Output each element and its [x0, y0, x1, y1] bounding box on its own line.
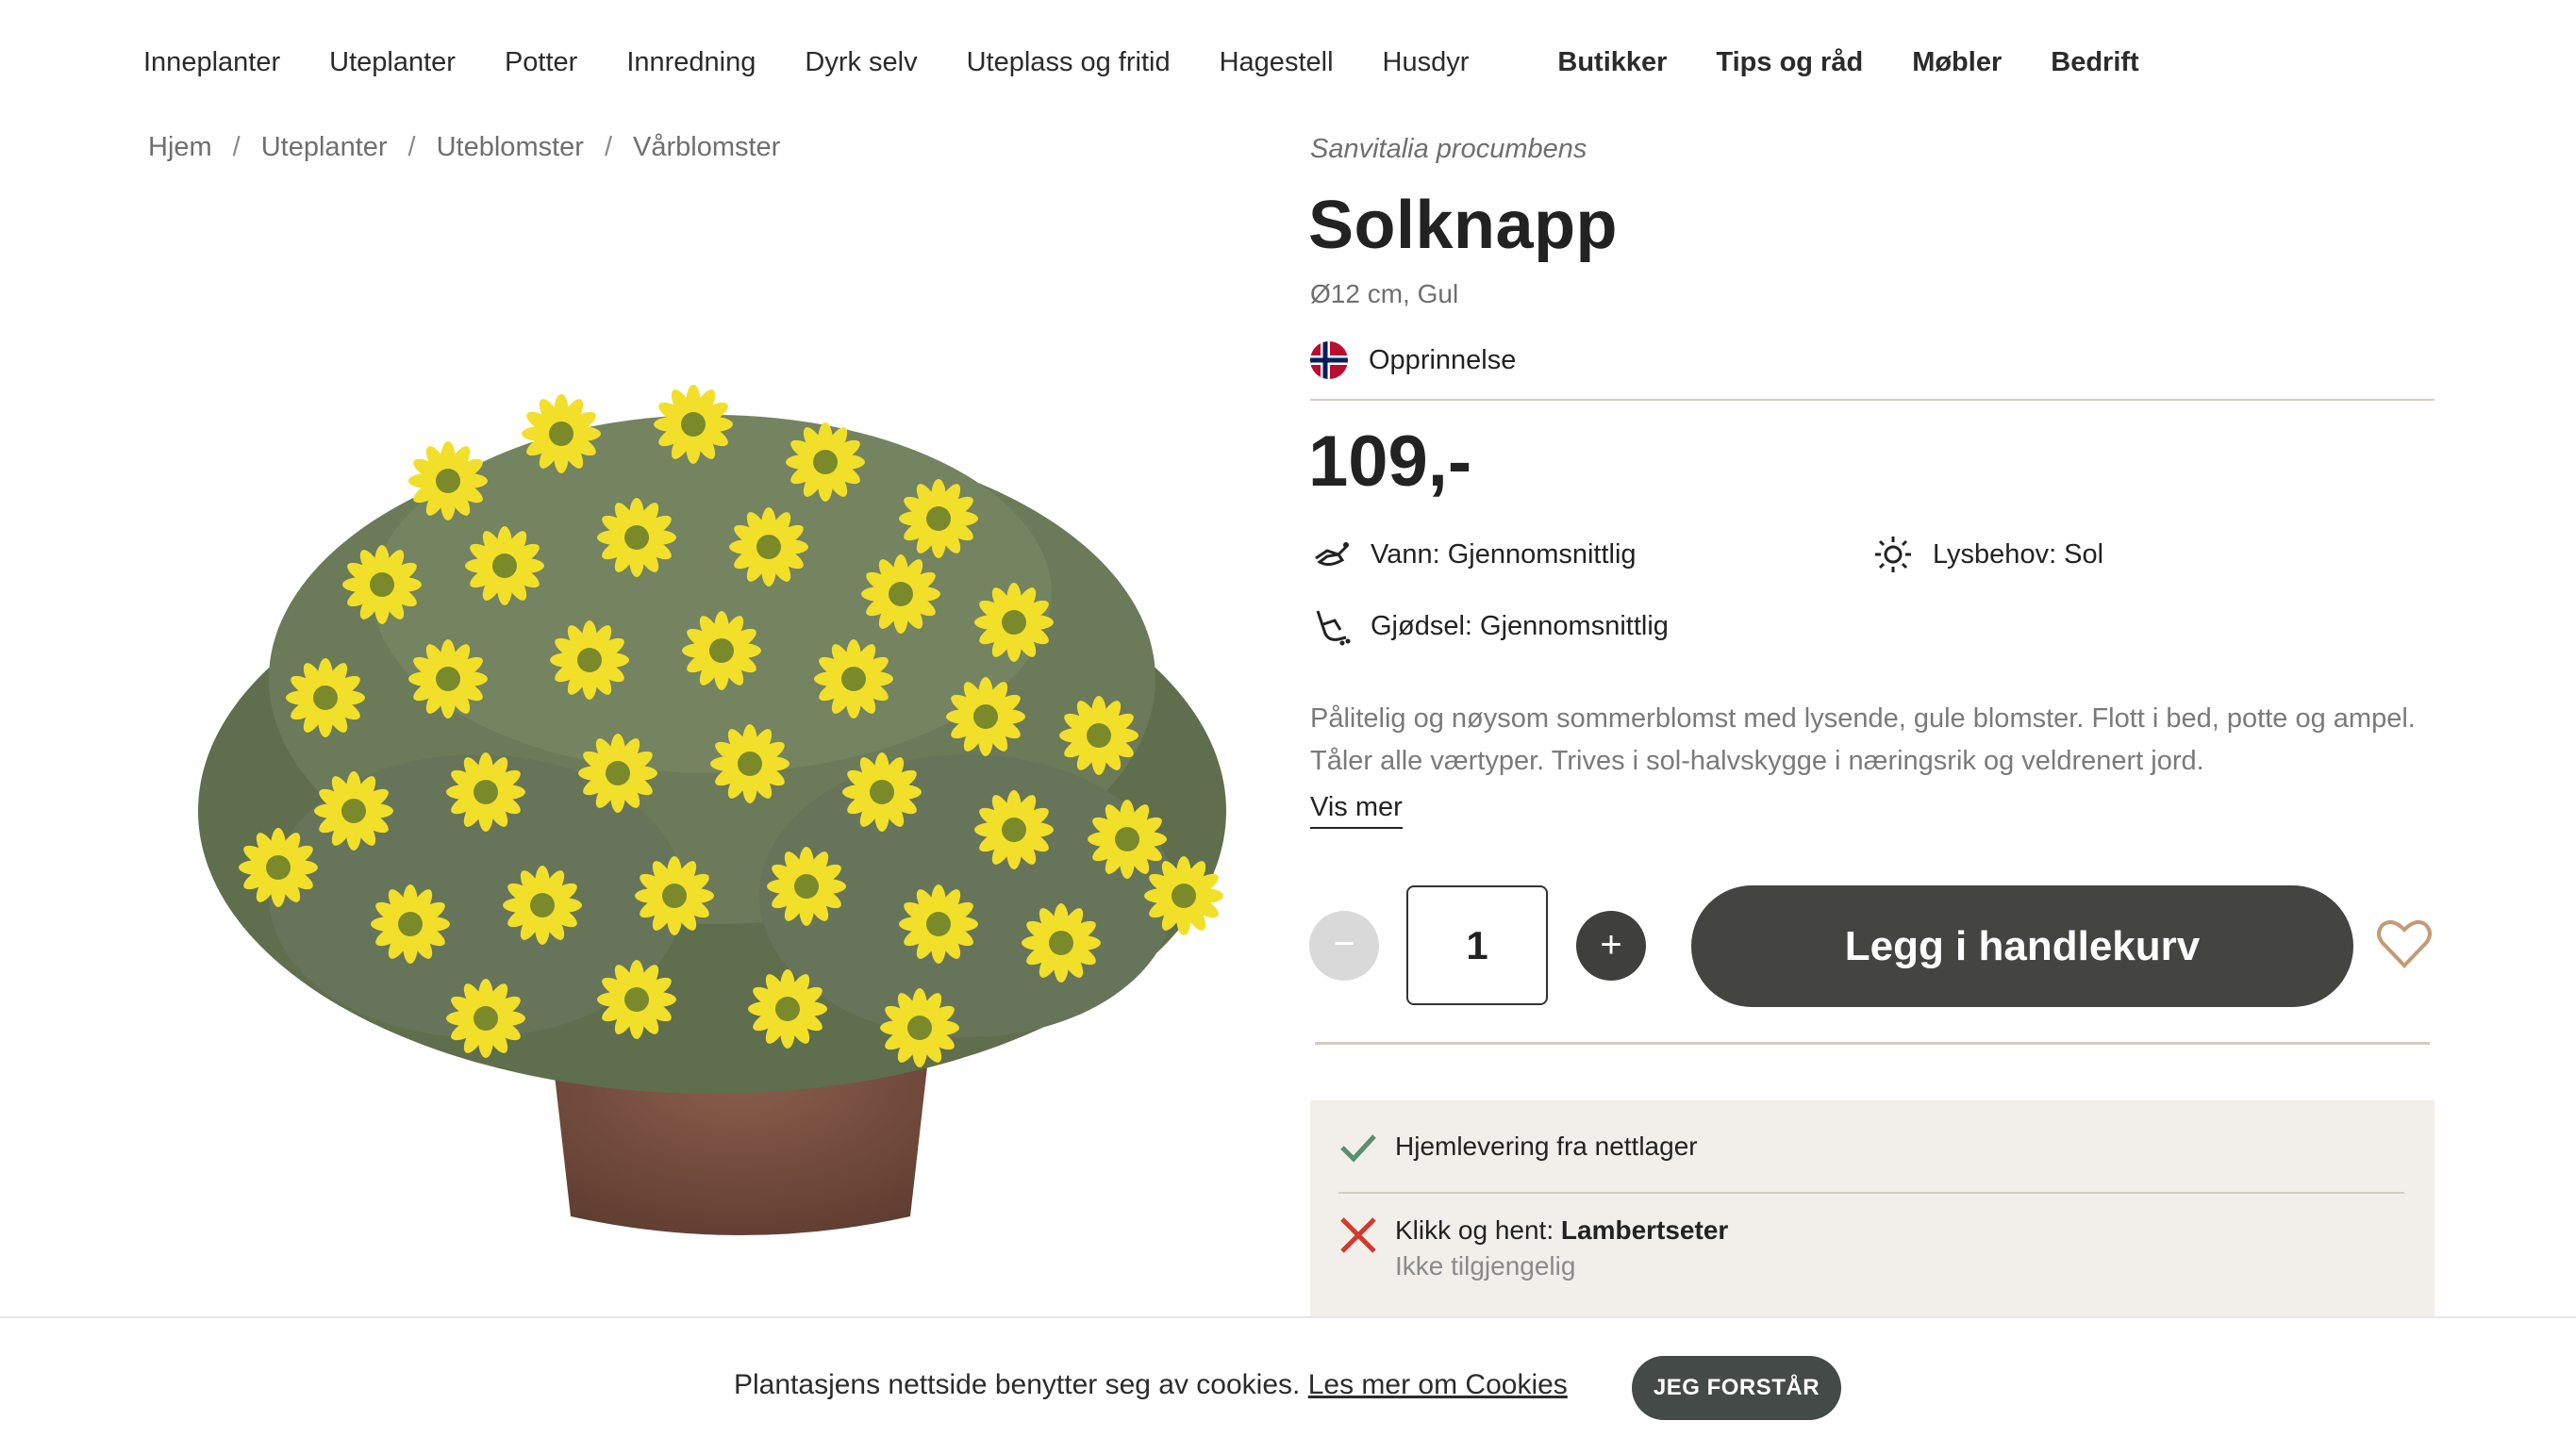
click-collect-store[interactable]: Lambertseter: [1561, 1215, 1728, 1245]
nav-item-butikker[interactable]: Butikker: [1557, 47, 1667, 78]
check-icon: [1340, 1134, 1376, 1163]
breadcrumb-uteblomster[interactable]: Uteblomster: [437, 132, 584, 163]
nav-item-uteplanter[interactable]: Uteplanter: [329, 47, 456, 78]
nav-item-potter[interactable]: Potter: [505, 47, 577, 78]
origin-label: Opprinnelse: [1369, 344, 1517, 375]
care-light: Lysbehov: Sol: [1872, 534, 2103, 575]
home-delivery-row: Hjemlevering fra nettlager: [1338, 1127, 1698, 1166]
nav-item-uteplass[interactable]: Uteplass og fritid: [967, 47, 1171, 78]
care-water-text: Vann: Gjennomsnittlig: [1371, 538, 1637, 570]
product-description: Pålitelig og nøysom sommerblomst med lys…: [1310, 703, 2416, 776]
care-fertilizer-text: Gjødsel: Gjennomsnittlig: [1371, 610, 1669, 641]
nav-item-hagestell[interactable]: Hagestell: [1220, 47, 1334, 78]
norway-flag-icon: [1310, 341, 1348, 379]
care-fertilizer: Gjødsel: Gjennomsnittlig: [1310, 605, 1669, 647]
product-title: Solknapp: [1308, 188, 1619, 263]
click-collect-status: Ikke tilgjengelig: [1395, 1251, 1576, 1281]
breadcrumb-varblomster[interactable]: Vårblomster: [633, 132, 780, 163]
breadcrumb-separator: /: [604, 132, 612, 162]
breadcrumb-separator: /: [407, 132, 416, 162]
product-price: 109,-: [1308, 421, 1472, 502]
product-variant: Ø12 cm, Gul: [1310, 279, 1459, 308]
cookie-text: Plantasjens nettside benytter seg av coo…: [734, 1369, 1301, 1400]
divider: [1315, 1042, 2430, 1045]
origin-row[interactable]: Opprinnelse: [1310, 341, 1516, 379]
cookie-message: Plantasjens nettside benytter seg av coo…: [734, 1369, 1568, 1401]
breadcrumb: Hjem / Uteplanter / Uteblomster / Vårblo…: [148, 132, 780, 163]
nav-item-tips[interactable]: Tips og råd: [1716, 47, 1863, 78]
main-nav: Inneplanter Uteplanter Potter Innredning…: [143, 34, 2188, 91]
cross-icon: [1340, 1217, 1376, 1253]
cookie-link[interactable]: Les mer om Cookies: [1308, 1369, 1568, 1400]
quantity-input[interactable]: 1: [1406, 885, 1548, 1005]
nav-item-bedrift[interactable]: Bedrift: [2051, 47, 2138, 78]
nav-item-dyrk-selv[interactable]: Dyrk selv: [805, 47, 917, 78]
breadcrumb-separator: /: [232, 132, 241, 162]
nav-item-innredning[interactable]: Innredning: [626, 47, 756, 78]
nav-item-mobler[interactable]: Møbler: [1912, 47, 2002, 78]
home-delivery-text: Hjemlevering fra nettlager: [1395, 1132, 1698, 1161]
care-water: Vann: Gjennomsnittlig: [1310, 534, 1637, 575]
delivery-panel: Hjemlevering fra nettlager Klikk og hent…: [1310, 1100, 2435, 1327]
watering-can-icon: [1315, 542, 1349, 567]
cookie-banner: Plantasjens nettside benytter seg av coo…: [0, 1316, 2576, 1454]
nav-item-inneplanter[interactable]: Inneplanter: [143, 47, 280, 78]
sun-icon: [1875, 537, 1911, 572]
click-collect-row: Klikk og hent: Lambertseter Ikke tilgjen…: [1338, 1215, 1728, 1281]
show-more-link[interactable]: Vis mer: [1310, 792, 1403, 829]
click-collect-label: Klikk og hent:: [1395, 1215, 1554, 1245]
care-light-text: Lysbehov: Sol: [1933, 538, 2104, 570]
quantity-increase-button[interactable]: +: [1576, 911, 1646, 981]
cookie-accept-button[interactable]: JEG FORSTÅR: [1632, 1356, 1841, 1420]
fertilizer-icon: [1316, 610, 1351, 646]
add-to-cart-button[interactable]: Legg i handlekurv: [1691, 885, 2353, 1007]
nav-item-husdyr[interactable]: Husdyr: [1383, 47, 1470, 78]
divider: [1338, 1192, 2404, 1194]
latin-name: Sanvitalia procumbens: [1310, 134, 1587, 164]
product-image[interactable]: [165, 283, 1259, 1264]
quantity-decrease-button[interactable]: −: [1309, 911, 1379, 981]
heart-icon[interactable]: [2375, 915, 2434, 973]
breadcrumb-hjem[interactable]: Hjem: [148, 132, 212, 163]
divider: [1310, 399, 2435, 401]
breadcrumb-uteplanter[interactable]: Uteplanter: [261, 132, 388, 163]
